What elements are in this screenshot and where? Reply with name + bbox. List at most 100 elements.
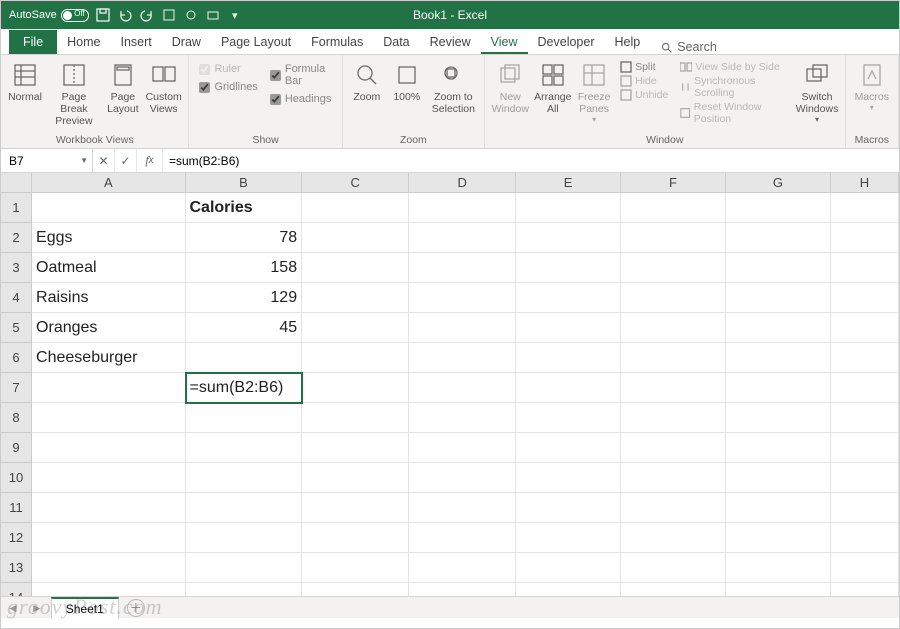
tab-draw[interactable]: Draw — [162, 30, 211, 54]
cell-E7[interactable] — [516, 373, 621, 403]
column-header[interactable]: D — [409, 173, 516, 192]
cell-D5[interactable] — [409, 313, 516, 343]
cell-F11[interactable] — [621, 493, 726, 523]
view-side-by-side-button[interactable]: View Side by Side — [680, 61, 787, 73]
cell-C2[interactable] — [302, 223, 409, 253]
row-header[interactable]: 3 — [1, 253, 32, 283]
cell-F4[interactable] — [621, 283, 726, 313]
cell-A5[interactable]: Oranges — [32, 313, 185, 343]
custom-views-button[interactable]: Custom Views — [145, 59, 183, 117]
tab-help[interactable]: Help — [605, 30, 651, 54]
cell-F3[interactable] — [621, 253, 726, 283]
cell-D6[interactable] — [409, 343, 516, 373]
tab-data[interactable]: Data — [373, 30, 419, 54]
row-header[interactable]: 1 — [1, 193, 32, 223]
cell-H7[interactable] — [831, 373, 899, 403]
ruler-checkbox[interactable]: Ruler — [199, 63, 257, 75]
reset-window-position-button[interactable]: Reset Window Position — [680, 101, 787, 125]
cell-D2[interactable] — [409, 223, 516, 253]
zoom-button[interactable]: Zoom — [349, 59, 385, 105]
cancel-formula-button[interactable]: ✕ — [93, 149, 115, 172]
unhide-button[interactable]: Unhide — [620, 89, 668, 101]
qat-icon-2[interactable] — [183, 7, 199, 23]
cell-E1[interactable] — [516, 193, 621, 223]
cell-G4[interactable] — [726, 283, 831, 313]
cell-E9[interactable] — [516, 433, 621, 463]
qat-icon-1[interactable] — [161, 7, 177, 23]
save-icon[interactable] — [95, 7, 111, 23]
cell-E13[interactable] — [516, 553, 621, 583]
new-window-button[interactable]: New Window — [491, 59, 530, 117]
cell-A4[interactable]: Raisins — [32, 283, 185, 313]
cell-G3[interactable] — [726, 253, 831, 283]
row-header[interactable]: 2 — [1, 223, 32, 253]
split-button[interactable]: Split — [620, 61, 668, 73]
cell-D13[interactable] — [409, 553, 516, 583]
cell-A9[interactable] — [32, 433, 185, 463]
cell-E4[interactable] — [516, 283, 621, 313]
cell-H11[interactable] — [831, 493, 899, 523]
cell-F9[interactable] — [621, 433, 726, 463]
cell-B3[interactable]: 158 — [186, 253, 303, 283]
cell-H2[interactable] — [831, 223, 899, 253]
autosave-toggle[interactable]: AutoSave Off — [9, 9, 89, 22]
headings-checkbox[interactable]: Headings — [270, 93, 332, 105]
cell-G12[interactable] — [726, 523, 831, 553]
column-header[interactable]: E — [516, 173, 621, 192]
cell-C13[interactable] — [302, 553, 409, 583]
hide-button[interactable]: Hide — [620, 75, 668, 87]
cell-G6[interactable] — [726, 343, 831, 373]
cell-G1[interactable] — [726, 193, 831, 223]
cell-F7[interactable] — [621, 373, 726, 403]
sync-scrolling-button[interactable]: Synchronous Scrolling — [680, 75, 787, 99]
row-header[interactable]: 5 — [1, 313, 32, 343]
cell-A10[interactable] — [32, 463, 185, 493]
cell-C4[interactable] — [302, 283, 409, 313]
cell-H10[interactable] — [831, 463, 899, 493]
normal-button[interactable]: Normal — [7, 59, 43, 105]
cell-G10[interactable] — [726, 463, 831, 493]
cell-E6[interactable] — [516, 343, 621, 373]
row-header[interactable]: 12 — [1, 523, 32, 553]
cell-D12[interactable] — [409, 523, 516, 553]
cell-A8[interactable] — [32, 403, 185, 433]
tab-review[interactable]: Review — [420, 30, 481, 54]
row-header[interactable]: 8 — [1, 403, 32, 433]
select-all-corner[interactable] — [1, 173, 32, 192]
cell-A11[interactable] — [32, 493, 185, 523]
cell-B5[interactable]: 45 — [186, 313, 303, 343]
cell-A7[interactable] — [32, 373, 185, 403]
tab-formulas[interactable]: Formulas — [301, 30, 373, 54]
zoom-to-selection-button[interactable]: Zoom to Selection — [429, 59, 478, 117]
page-layout-button[interactable]: Page Layout — [105, 59, 141, 117]
row-header[interactable]: 6 — [1, 343, 32, 373]
cell-B8[interactable] — [186, 403, 303, 433]
cell-F5[interactable] — [621, 313, 726, 343]
redo-icon[interactable] — [139, 7, 155, 23]
zoom-100-button[interactable]: 100% — [389, 59, 425, 105]
cell-E12[interactable] — [516, 523, 621, 553]
cell-B7[interactable]: =sum(B2:B6) — [186, 373, 303, 403]
cell-D8[interactable] — [409, 403, 516, 433]
cell-H3[interactable] — [831, 253, 899, 283]
row-header[interactable]: 13 — [1, 553, 32, 583]
cell-H8[interactable] — [831, 403, 899, 433]
cell-B11[interactable] — [186, 493, 303, 523]
cell-E8[interactable] — [516, 403, 621, 433]
cell-H5[interactable] — [831, 313, 899, 343]
cell-H1[interactable] — [831, 193, 899, 223]
cell-E5[interactable] — [516, 313, 621, 343]
formula-input[interactable]: =sum(B2:B6) — [163, 149, 899, 172]
cell-C8[interactable] — [302, 403, 409, 433]
cell-C6[interactable] — [302, 343, 409, 373]
cell-D3[interactable] — [409, 253, 516, 283]
column-header[interactable]: F — [621, 173, 726, 192]
column-header[interactable]: B — [186, 173, 303, 192]
cell-B13[interactable] — [186, 553, 303, 583]
tab-page-layout[interactable]: Page Layout — [211, 30, 301, 54]
cell-C3[interactable] — [302, 253, 409, 283]
tab-developer[interactable]: Developer — [528, 30, 605, 54]
cell-C10[interactable] — [302, 463, 409, 493]
cell-C5[interactable] — [302, 313, 409, 343]
cell-A3[interactable]: Oatmeal — [32, 253, 185, 283]
